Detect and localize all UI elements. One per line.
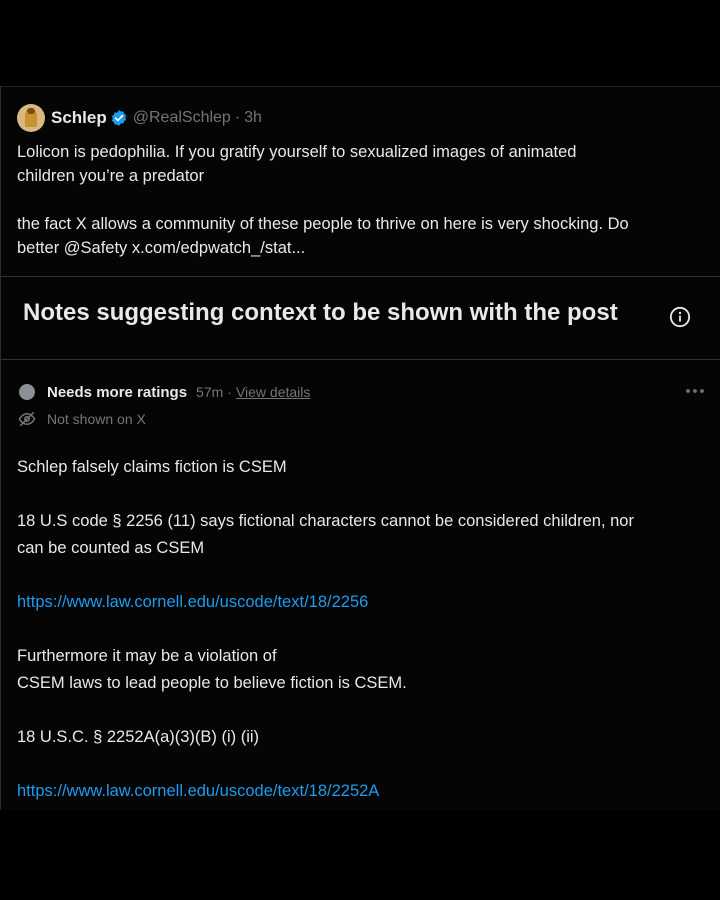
separator: ·	[227, 384, 232, 400]
top-border	[1, 86, 720, 87]
note-link[interactable]: https://www.law.cornell.edu/uscode/text/…	[17, 593, 368, 611]
avatar[interactable]	[17, 104, 45, 132]
info-icon[interactable]	[669, 306, 691, 328]
view-details-link[interactable]: View details	[236, 384, 310, 400]
post-text: Lolicon is pedophilia. If you gratify yo…	[17, 140, 706, 260]
note-paragraph: 18 U.S code § 2256 (11) says fictional c…	[17, 512, 634, 530]
notes-section-title: Notes suggesting context to be shown wit…	[23, 299, 618, 326]
separator: ·	[234, 109, 241, 126]
note-status: Needs more ratings	[47, 383, 188, 401]
eye-off-icon	[18, 411, 36, 427]
visibility-row: Not shown on X	[17, 410, 706, 428]
post-time[interactable]: 3h	[244, 109, 262, 127]
more-icon[interactable]	[684, 384, 706, 398]
quoted-post[interactable]: Schlep @RealSchlep · 3h Lolicon is pedop…	[17, 104, 706, 260]
author-handle[interactable]: @RealSchlep	[133, 109, 231, 127]
note-paragraph: CSEM laws to lead people to believe fict…	[17, 674, 407, 692]
post-header: Schlep @RealSchlep · 3h	[17, 104, 706, 132]
status-dot	[19, 384, 35, 400]
visibility-label: Not shown on X	[47, 411, 146, 427]
post-line: children you’re a predator	[17, 167, 205, 185]
community-note: Needs more ratings 57m · View details No…	[17, 382, 706, 805]
notes-panel: Schlep @RealSchlep · 3h Lolicon is pedop…	[0, 86, 720, 810]
post-line: Lolicon is pedophilia. If you gratify yo…	[17, 143, 577, 161]
note-time: 57m	[196, 384, 224, 400]
note-paragraph: Schlep falsely claims fiction is CSEM	[17, 458, 287, 476]
post-line: better @Safety x.com/edpwatch_/stat...	[17, 239, 306, 257]
divider	[1, 359, 720, 360]
divider	[1, 276, 720, 277]
note-paragraph: 18 U.S.C. § 2252A(a)(3)(B) (i) (ii)	[17, 728, 260, 746]
note-body: Schlep falsely claims fiction is CSEM 18…	[17, 454, 706, 805]
verified-badge-icon	[111, 110, 126, 126]
note-paragraph: Furthermore it may be a violation of	[17, 647, 277, 665]
author-name[interactable]: Schlep	[51, 108, 107, 128]
note-link[interactable]: https://www.law.cornell.edu/uscode/text/…	[17, 782, 379, 800]
note-status-row: Needs more ratings 57m · View details	[17, 382, 706, 402]
note-paragraph: can be counted as CSEM	[17, 539, 205, 557]
post-line: the fact X allows a community of these p…	[17, 215, 629, 233]
